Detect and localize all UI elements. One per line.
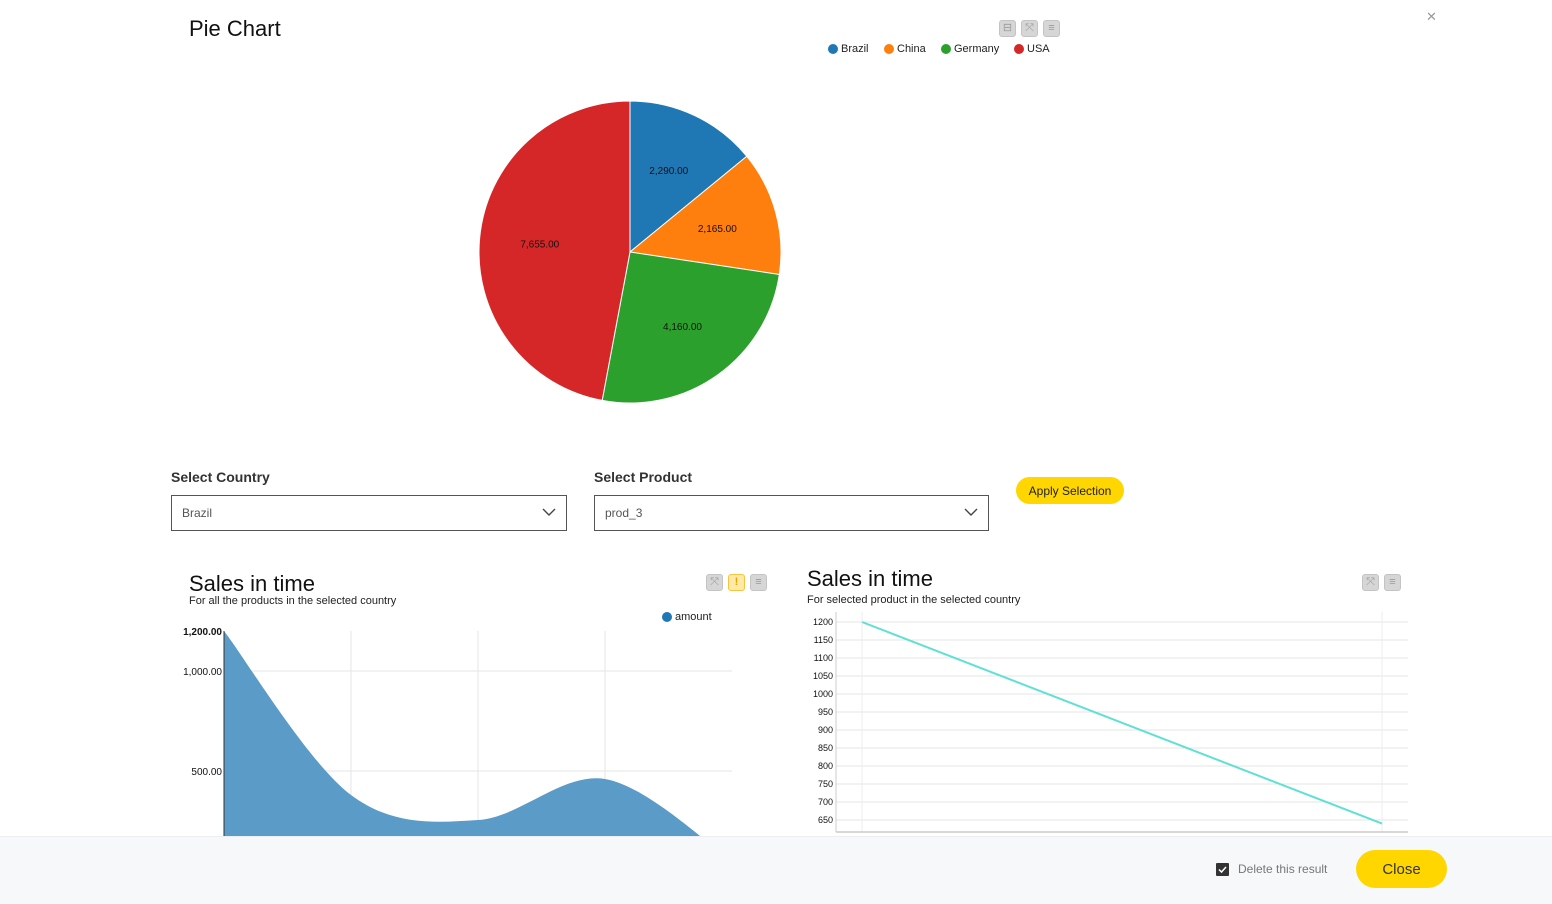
line-series [861, 621, 1383, 825]
y-tick-label: 1150 [814, 635, 833, 645]
y-tick-label: 900 [818, 725, 833, 735]
y-tick-label: 650 [818, 815, 833, 825]
y-tick-label: 1050 [813, 671, 833, 681]
checkmark-icon [1218, 866, 1227, 874]
y-tick-label: 1200 [813, 617, 833, 627]
delete-result-label[interactable]: Delete this result [1238, 862, 1327, 876]
line-chart: 650 700 750 800 850 900 950 1000 1050 1100 1150 120… [813, 612, 1408, 833]
footer-bar: Delete this result Close [0, 836, 1552, 904]
y-tick-label: 1000 [813, 689, 833, 699]
y-tick-label: 1100 [814, 653, 833, 663]
y-tick-label: 750 [818, 779, 833, 789]
y-tick-label: 800 [818, 761, 833, 771]
delete-result-checkbox[interactable] [1216, 863, 1229, 876]
y-tick-label: 850 [818, 743, 833, 753]
y-tick-label: 950 [818, 707, 833, 717]
y-tick-label: 700 [818, 797, 833, 807]
close-button[interactable]: Close [1356, 850, 1447, 888]
